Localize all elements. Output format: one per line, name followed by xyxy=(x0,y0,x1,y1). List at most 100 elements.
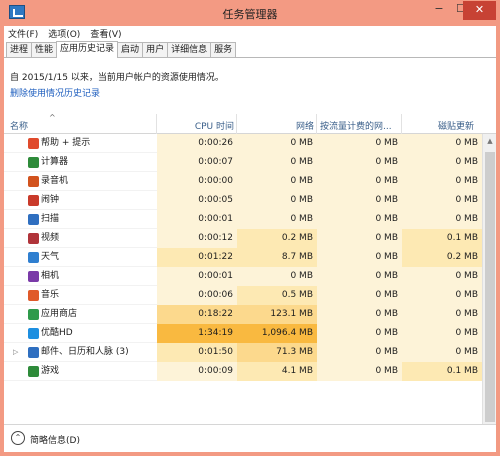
column-divider[interactable] xyxy=(236,114,237,134)
sort-ascending-icon: ^ xyxy=(49,113,56,122)
cpu-time-cell: 0:01:22 xyxy=(157,248,237,267)
tab-processes[interactable]: 进程 xyxy=(6,42,33,57)
table-row[interactable]: 应用商店 0:18:22 123.1 MB 0 MB 0 MB xyxy=(4,305,482,324)
tab-startup[interactable]: 启动 xyxy=(117,42,144,57)
app-name: 邮件、日历和人脉 (3) xyxy=(41,347,129,357)
metered-network-cell: 0 MB xyxy=(317,248,402,267)
tile-updates-cell: 0 MB xyxy=(402,210,482,229)
column-header-name[interactable]: 名称 xyxy=(10,119,28,132)
metered-network-cell: 0 MB xyxy=(317,267,402,286)
usage-info: 自 2015/1/15 以来，当前用户帐户的资源使用情况。 删除使用情况历史记录 xyxy=(4,58,496,114)
expand-chevron-icon[interactable]: ▷ xyxy=(13,343,18,362)
network-cell: 0 MB xyxy=(237,210,317,229)
youku-icon xyxy=(28,328,39,339)
table-row[interactable]: ▷ 邮件、日历和人脉 (3) 0:01:50 71.3 MB 0 MB 0 MB xyxy=(4,343,482,362)
table-row[interactable]: 天气 0:01:22 8.7 MB 0 MB 0.2 MB xyxy=(4,248,482,267)
fewer-details-button[interactable]: 简略信息(D) xyxy=(30,433,80,446)
table-row[interactable]: 优酷HD 1:34:19 1,096.4 MB 0 MB 0 MB xyxy=(4,324,482,343)
metered-network-cell: 0 MB xyxy=(317,172,402,191)
music-icon xyxy=(28,290,39,301)
recorder-icon xyxy=(28,176,39,187)
tile-updates-cell: 0 MB xyxy=(402,343,482,362)
tile-updates-cell: 0 MB xyxy=(402,134,482,153)
network-cell: 0 MB xyxy=(237,134,317,153)
cpu-time-cell: 0:18:22 xyxy=(157,305,237,324)
usage-since-text: 自 2015/1/15 以来，当前用户帐户的资源使用情况。 xyxy=(10,73,224,83)
chevron-up-circle-icon[interactable]: ⌃ xyxy=(11,431,25,445)
table-row[interactable]: 计算器 0:00:07 0 MB 0 MB 0 MB xyxy=(4,153,482,172)
video-icon xyxy=(28,233,39,244)
table-row[interactable]: 录音机 0:00:00 0 MB 0 MB 0 MB xyxy=(4,172,482,191)
table-row[interactable]: 闹钟 0:00:05 0 MB 0 MB 0 MB xyxy=(4,191,482,210)
app-name: 应用商店 xyxy=(41,309,78,319)
app-name: 帮助 + 提示 xyxy=(41,138,91,148)
metered-network-cell: 0 MB xyxy=(317,229,402,248)
column-header-row: 名称 ^ CPU 时间 网络 按流量计费的网... 磁贴更新 xyxy=(4,113,496,134)
cpu-time-cell: 0:00:12 xyxy=(157,229,237,248)
table-row[interactable]: 视频 0:00:12 0.2 MB 0 MB 0.1 MB xyxy=(4,229,482,248)
app-name: 计算器 xyxy=(41,157,69,167)
tile-updates-cell: 0.1 MB xyxy=(402,229,482,248)
column-divider[interactable] xyxy=(401,114,402,134)
app-history-list: 帮助 + 提示 0:00:26 0 MB 0 MB 0 MB 计算器 0:00:07 0 MB… xyxy=(4,134,482,381)
tile-updates-cell: 0 MB xyxy=(402,324,482,343)
network-cell: 0 MB xyxy=(237,191,317,210)
tab-services[interactable]: 服务 xyxy=(210,42,237,57)
delete-usage-history-link[interactable]: 删除使用情况历史记录 xyxy=(10,86,490,99)
metered-network-cell: 0 MB xyxy=(317,153,402,172)
cpu-time-cell: 0:00:00 xyxy=(157,172,237,191)
table-row[interactable]: 游戏 0:00:09 4.1 MB 0 MB 0.1 MB xyxy=(4,362,482,381)
app-name: 游戏 xyxy=(41,366,60,376)
camera-icon xyxy=(28,271,39,282)
minimize-button[interactable]: − xyxy=(428,0,450,19)
column-header-tile-updates[interactable]: 磁贴更新 xyxy=(438,119,474,132)
table-row[interactable]: 帮助 + 提示 0:00:26 0 MB 0 MB 0 MB xyxy=(4,134,482,153)
tile-updates-cell: 0 MB xyxy=(402,267,482,286)
menu-view[interactable]: 查看(V) xyxy=(90,27,121,40)
scroll-up-icon[interactable]: ▲ xyxy=(483,134,497,148)
column-header-metered-network[interactable]: 按流量计费的网... xyxy=(320,119,392,132)
scan-icon xyxy=(28,214,39,225)
help-tips-icon xyxy=(28,138,39,149)
column-header-cpu-time[interactable]: CPU 时间 xyxy=(195,119,234,132)
metered-network-cell: 0 MB xyxy=(317,210,402,229)
app-name: 天气 xyxy=(41,252,60,262)
table-row[interactable]: 相机 0:00:01 0 MB 0 MB 0 MB xyxy=(4,267,482,286)
network-cell: 4.1 MB xyxy=(237,362,317,381)
metered-network-cell: 0 MB xyxy=(317,134,402,153)
network-cell: 0 MB xyxy=(237,172,317,191)
mail-calendar-people-icon xyxy=(28,347,39,358)
column-divider[interactable] xyxy=(156,114,157,134)
menu-file[interactable]: 文件(F) xyxy=(8,27,38,40)
tab-performance[interactable]: 性能 xyxy=(31,42,58,57)
metered-network-cell: 0 MB xyxy=(317,305,402,324)
weather-icon xyxy=(28,252,39,263)
cpu-time-cell: 0:01:50 xyxy=(157,343,237,362)
table-row[interactable]: 音乐 0:00:06 0.5 MB 0 MB 0 MB xyxy=(4,286,482,305)
menu-options[interactable]: 选项(O) xyxy=(48,27,80,40)
metered-network-cell: 0 MB xyxy=(317,286,402,305)
cpu-time-cell: 0:00:05 xyxy=(157,191,237,210)
network-cell: 71.3 MB xyxy=(237,343,317,362)
title-bar[interactable]: 任务管理器 − ☐ ✕ xyxy=(4,0,496,26)
tile-updates-cell: 0 MB xyxy=(402,153,482,172)
column-divider[interactable] xyxy=(316,114,317,134)
tab-details[interactable]: 详细信息 xyxy=(167,42,212,57)
table-row[interactable]: 扫描 0:00:01 0 MB 0 MB 0 MB xyxy=(4,210,482,229)
metered-network-cell: 0 MB xyxy=(317,191,402,210)
tab-app-history[interactable]: 应用历史记录 xyxy=(56,41,119,58)
cpu-time-cell: 0:00:06 xyxy=(157,286,237,305)
cpu-time-cell: 1:34:19 xyxy=(157,324,237,343)
tile-updates-cell: 0.2 MB xyxy=(402,248,482,267)
close-button[interactable]: ✕ xyxy=(463,1,496,20)
metered-network-cell: 0 MB xyxy=(317,362,402,381)
tab-users[interactable]: 用户 xyxy=(142,42,169,57)
vertical-scrollbar[interactable]: ▲ ▼ xyxy=(482,134,496,439)
task-manager-window: 任务管理器 − ☐ ✕ 文件(F) 选项(O) 查看(V) 进程 性能 应用历史… xyxy=(0,0,500,456)
network-cell: 0.5 MB xyxy=(237,286,317,305)
column-header-network[interactable]: 网络 xyxy=(296,119,314,132)
metered-network-cell: 0 MB xyxy=(317,324,402,343)
tile-updates-cell: 0.1 MB xyxy=(402,362,482,381)
app-name: 优酷HD xyxy=(41,328,73,338)
scrollbar-thumb[interactable] xyxy=(485,152,495,422)
